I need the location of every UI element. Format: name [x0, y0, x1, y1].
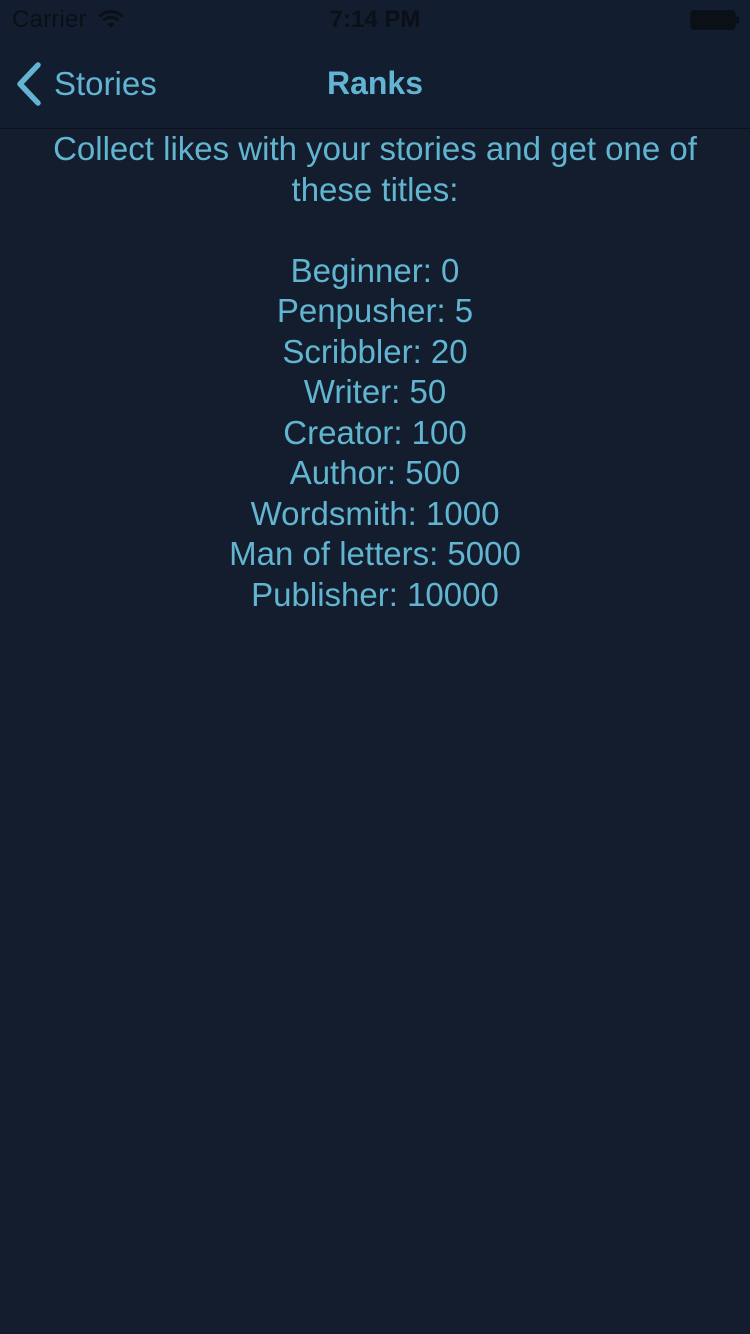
status-time: 7:14 PM — [329, 6, 421, 33]
rank-item-writer: Writer: 50 — [303, 373, 447, 410]
rank-item-beginner: Beginner: 0 — [290, 251, 460, 289]
rank-list: Beginner: 0 Penpusher: 5 Scribbler: 20 W… — [20, 251, 730, 616]
rank-item-man-of-letters: Man of letters: 5000 — [229, 535, 521, 572]
battery-icon — [690, 10, 739, 30]
ranks-intro-text: Collect likes with your stories and get … — [53, 130, 697, 208]
ranks-content: Collect likes with your stories and get … — [20, 128, 730, 615]
page-title: Ranks — [326, 65, 424, 101]
rank-item-penpusher: Penpusher: 5 — [276, 292, 474, 329]
status-bar: Carrier 7:14 PM — [0, 0, 750, 40]
navigation-bar: Stories Ranks — [0, 40, 750, 129]
rank-item-author: Author: 500 — [289, 454, 461, 491]
rank-item-publisher: Publisher: 10000 — [251, 575, 499, 613]
rank-item-creator: Creator: 100 — [283, 413, 467, 451]
rank-item-wordsmith: Wordsmith: 1000 — [250, 494, 500, 532]
rank-item-scribbler: Scribbler: 20 — [282, 332, 468, 370]
